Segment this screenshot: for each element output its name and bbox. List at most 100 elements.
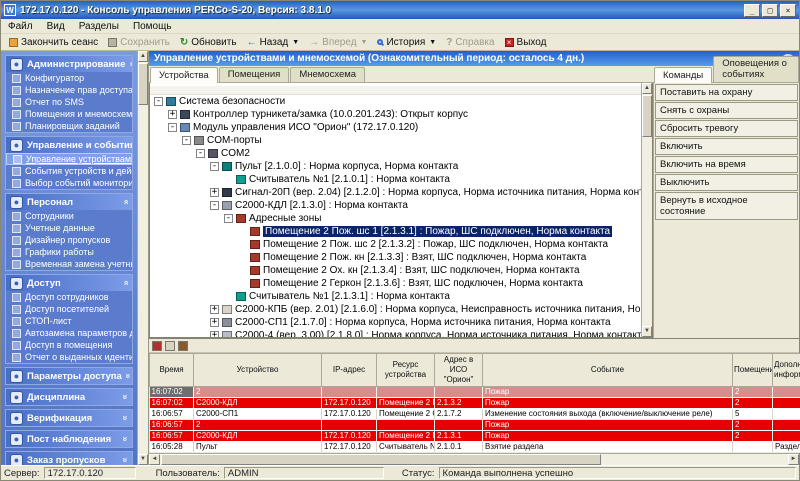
tree-node[interactable]: +С2000-КПБ (вер. 2.01) [2.1.6.0] : Норма…	[150, 303, 641, 316]
chevron-down-icon[interactable]: »	[120, 457, 130, 462]
sidebar-item[interactable]: Сотрудники	[6, 210, 132, 222]
tree-node[interactable]: Помещение 2 Пож. шс 1 [2.1.3.1] : Пожар,…	[150, 225, 641, 238]
close-button[interactable]: ×	[780, 4, 796, 17]
event-row[interactable]: 16:05:28Пульт172.17.0.120Считыватель N2.…	[150, 442, 800, 453]
event-row[interactable]: 16:07:02С2000-КДЛ172.17.0.120Помещение 2…	[150, 398, 800, 409]
command-button-Поставить на охрану[interactable]: Поставить на охрану	[655, 84, 798, 101]
minimize-button[interactable]: _	[744, 4, 760, 17]
scroll-right-icon[interactable]: ►	[788, 454, 799, 465]
sidebar-group-header[interactable]: ●Параметры доступа»	[6, 368, 132, 384]
chevron-up-icon[interactable]: »	[120, 280, 130, 285]
scroll-up-icon[interactable]: ▲	[642, 83, 652, 94]
tree-expander-icon[interactable]: -	[224, 214, 233, 223]
tree-expander-icon[interactable]: -	[196, 149, 205, 158]
chevron-down-icon[interactable]: »	[123, 373, 132, 378]
chevron-down-icon[interactable]: ▼	[292, 39, 299, 46]
scrollbar-thumb[interactable]	[642, 95, 652, 137]
tab-Команды[interactable]: Команды	[654, 67, 712, 83]
column-header[interactable]: Событие	[483, 354, 733, 387]
tree-node[interactable]: Помещение 2 Пож. кн [2.1.3.3] : Взят, ШС…	[150, 251, 641, 264]
sidebar-group-header[interactable]: ●Дисциплина»	[6, 389, 132, 405]
tab-Помещения[interactable]: Помещения	[219, 67, 290, 82]
tree-node[interactable]: -Пульт [2.1.0.0] : Норма корпуса, Норма …	[150, 160, 641, 173]
menu-Файл[interactable]: Файл	[1, 20, 40, 33]
sidebar-item[interactable]: Доступ посетителей	[6, 303, 132, 315]
sidebar-item[interactable]: Конфигуратор	[6, 72, 132, 84]
sidebar-item[interactable]: Доступ сотрудников	[6, 291, 132, 303]
tree-node[interactable]: Помещение 2 Пож. шс 2 [2.1.3.2] : Пожар,…	[150, 238, 641, 251]
toolbar-button-История[interactable]: История▼	[372, 36, 441, 49]
event-row[interactable]: 16:06:57С2000-СП1172.17.0.120Помещение 2…	[150, 409, 800, 420]
tree-node[interactable]: -COM-порты	[150, 134, 641, 147]
command-button-Сбросить тревогу[interactable]: Сбросить тревогу	[655, 120, 798, 137]
sidebar-item[interactable]: Временная замена учетных ...	[6, 258, 132, 270]
command-button-Вернуть в исходное состояние[interactable]: Вернуть в исходное состояние	[655, 192, 798, 220]
tree-node[interactable]: Помещение 2 Геркон [2.1.3.6] : Взят, ШС …	[150, 277, 641, 290]
tree-expander-icon[interactable]: +	[210, 188, 219, 197]
tree-expander-icon[interactable]: -	[154, 97, 163, 106]
scroll-down-icon[interactable]: ▼	[642, 326, 652, 337]
sidebar-item[interactable]: Помещения и мнемосхема	[6, 108, 132, 120]
sidebar-group-header[interactable]: ●Доступ»	[6, 275, 132, 291]
command-button-Снять с охраны[interactable]: Снять с охраны	[655, 102, 798, 119]
sidebar-item[interactable]: Отчет о выданных идентиф...	[6, 351, 132, 363]
sidebar-group-header[interactable]: ●Заказ пропусков»	[6, 452, 132, 465]
sidebar-group-header[interactable]: ●Управление и события»	[6, 137, 132, 153]
scrollbar-thumb[interactable]	[138, 63, 148, 105]
scroll-down-icon[interactable]: ▼	[138, 454, 148, 465]
chevron-up-icon[interactable]: »	[127, 61, 132, 66]
export-events-icon[interactable]	[178, 341, 188, 351]
sidebar-item[interactable]: Дизайнер пропусков	[6, 234, 132, 246]
toolbar-button-Назад[interactable]: ←Назад▼	[242, 36, 305, 49]
command-button-Включить на время[interactable]: Включить на время	[655, 156, 798, 173]
sidebar-item[interactable]: СТОП-лист	[6, 315, 132, 327]
scroll-left-icon[interactable]: ◄	[149, 454, 160, 465]
tree-expander-icon[interactable]: -	[182, 136, 191, 145]
column-header[interactable]: Помещение	[733, 354, 773, 387]
filter-events-icon[interactable]	[165, 341, 175, 351]
event-row[interactable]: 16:06:572Пожар2	[150, 420, 800, 431]
tree-expander-icon[interactable]: +	[210, 331, 219, 337]
tree-node[interactable]: -Модуль управления ИСО "Орион" (172.17.0…	[150, 121, 641, 134]
tree-node[interactable]: +Сигнал-20П (вер. 2.04) [2.1.2.0] : Норм…	[150, 186, 641, 199]
sidebar-item[interactable]: События устройств и дейст...	[6, 165, 132, 177]
chevron-down-icon[interactable]: ▼	[361, 39, 368, 46]
tree-node[interactable]: Считыватель №1 [2.1.0.1] : Норма контакт…	[150, 173, 641, 186]
chevron-down-icon[interactable]: »	[120, 436, 130, 441]
column-header[interactable]: IP-адрес	[322, 354, 377, 387]
chevron-up-icon[interactable]: »	[120, 199, 130, 204]
command-button-Выключить[interactable]: Выключить	[655, 174, 798, 191]
sidebar-item[interactable]: Планировщик заданий	[6, 120, 132, 132]
sidebar-item[interactable]: Доступ в помещения	[6, 339, 132, 351]
tab-Устройства[interactable]: Устройства	[150, 67, 218, 83]
menu-Помощь[interactable]: Помощь	[126, 20, 179, 33]
events-hscrollbar[interactable]: ◄ ►	[149, 453, 799, 465]
maximize-button[interactable]: □	[762, 4, 778, 17]
tree-node[interactable]: -С2000-КДЛ [2.1.3.0] : Норма контакта	[150, 199, 641, 212]
menu-Разделы[interactable]: Разделы	[72, 20, 126, 33]
scrollbar-thumb[interactable]	[161, 454, 601, 465]
sidebar-scrollbar[interactable]: ▲ ▼	[137, 51, 148, 465]
sidebar-item[interactable]: Назначение прав доступа о...	[6, 84, 132, 96]
column-header[interactable]: Ресурс устройства	[377, 354, 435, 387]
event-row[interactable]: 16:07:022Пожар2	[150, 387, 800, 398]
tree-scrollbar[interactable]: ▲ ▼	[641, 83, 652, 337]
tree-node[interactable]: +С2000-СП1 [2.1.7.0] : Норма корпуса, Но…	[150, 316, 641, 329]
sidebar-group-header[interactable]: ●Персонал»	[6, 194, 132, 210]
chevron-down-icon[interactable]: ▼	[429, 39, 436, 46]
sidebar-group-header[interactable]: ●Администрирование»	[6, 56, 132, 72]
tree-expander-icon[interactable]: -	[210, 201, 219, 210]
tree-expander-icon[interactable]: -	[210, 162, 219, 171]
tree-expander-icon[interactable]: +	[210, 305, 219, 314]
column-header[interactable]: Устройство	[194, 354, 322, 387]
tree-node[interactable]: Помещение 2 Ох. кн [2.1.3.4] : Взят, ШС …	[150, 264, 641, 277]
scroll-up-icon[interactable]: ▲	[138, 51, 148, 62]
column-header[interactable]: Дополнит. информ.	[773, 354, 800, 387]
sidebar-item[interactable]: Автозамена параметров до...	[6, 327, 132, 339]
tree-node[interactable]: +Контроллер турникета/замка (10.0.201.24…	[150, 108, 641, 121]
sidebar-item[interactable]: Графики работы	[6, 246, 132, 258]
sidebar-item[interactable]: Выбор событий мониторинга	[6, 177, 132, 189]
sidebar-item[interactable]: Управление устройствами и...	[6, 153, 132, 165]
sidebar-group-header[interactable]: ●Верификация»	[6, 410, 132, 426]
tab-Мнемосхема[interactable]: Мнемосхема	[290, 67, 365, 82]
